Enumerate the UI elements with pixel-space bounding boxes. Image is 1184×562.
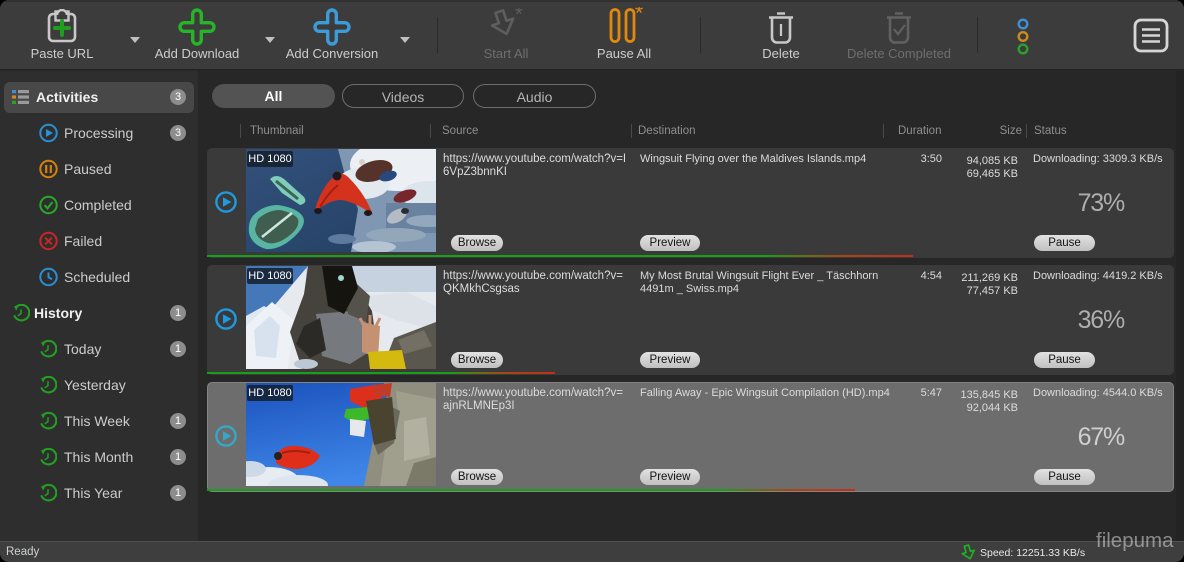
svg-text:*: * (515, 8, 523, 26)
svg-text:*: * (635, 7, 643, 25)
